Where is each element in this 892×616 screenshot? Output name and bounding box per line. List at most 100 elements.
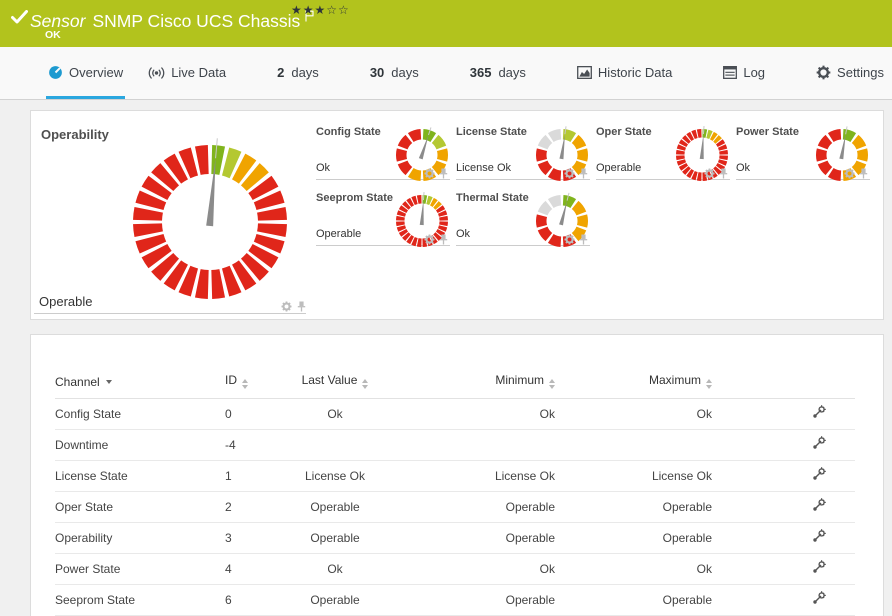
channels-table: Channel ID Last Value Minimum Maximum Config… xyxy=(55,367,855,616)
gear-icon[interactable] xyxy=(281,301,292,312)
tab-label: Settings xyxy=(837,65,884,80)
channel-id-cell: -4 xyxy=(225,430,275,461)
column-label: Channel xyxy=(55,375,100,389)
sort-arrows-icon xyxy=(242,379,248,389)
gauge-label: License State xyxy=(456,126,527,138)
gauge-label: Config State xyxy=(316,126,381,138)
minimum-cell: Ok xyxy=(395,554,555,585)
gear-icon[interactable] xyxy=(564,168,575,179)
divider xyxy=(34,313,306,314)
channel-name-cell: Downtime xyxy=(55,430,225,461)
sensor-status-text: OK xyxy=(45,29,61,41)
sensor-title: SNMP Cisco UCS Chassis xyxy=(92,11,300,31)
last-value-cell: License Ok xyxy=(275,461,395,492)
channel-settings-icon[interactable] xyxy=(812,405,826,419)
gauge-label: Oper State xyxy=(596,126,652,138)
tab-label: Log xyxy=(743,65,765,80)
tab-historic-data[interactable]: Historic Data xyxy=(575,47,674,99)
gear-icon[interactable] xyxy=(424,234,435,245)
column-label: Maximum xyxy=(649,373,701,387)
channel-name-cell: Seeprom State xyxy=(55,585,225,616)
tab-overview[interactable]: Overview xyxy=(46,47,125,99)
tab-2-days[interactable]: 2days xyxy=(275,47,321,99)
minimum-cell xyxy=(395,430,555,461)
channel-settings-icon[interactable] xyxy=(812,560,826,574)
sensor-status-bar: Sensor SNMP Cisco UCS Chassis ★★★☆☆ OK xyxy=(0,0,892,47)
sensor-type-label: Sensor xyxy=(30,11,85,31)
column-label: ID xyxy=(225,373,237,387)
tab-settings[interactable]: Settings xyxy=(814,47,886,99)
tab-log[interactable]: Log xyxy=(721,47,767,99)
channel-name-cell: Power State xyxy=(55,554,225,585)
maximum-cell: Operable xyxy=(555,523,712,554)
minimum-cell: Operable xyxy=(395,523,555,554)
column-header-channel[interactable]: Channel xyxy=(55,367,225,399)
log-icon xyxy=(723,66,737,79)
tab-30-days[interactable]: 30 days xyxy=(368,47,421,99)
tab-365-days[interactable]: 365days xyxy=(468,47,528,99)
channel-name-cell: License State xyxy=(55,461,225,492)
channel-id-cell: 1 xyxy=(225,461,275,492)
column-header-actions xyxy=(712,367,855,399)
gauge-value: Operable xyxy=(316,228,361,240)
gauge-cell-seeprom-state: Seeprom StateOperable xyxy=(316,190,450,246)
maximum-cell: Operable xyxy=(555,492,712,523)
gauge-cell-license-state: License State License Ok xyxy=(456,124,590,180)
pin-icon[interactable] xyxy=(297,301,306,312)
table-row-downtime: Downtime-4 xyxy=(55,430,855,461)
pin-icon[interactable] xyxy=(719,168,728,179)
pin-icon[interactable] xyxy=(439,168,448,179)
channel-settings-icon[interactable] xyxy=(812,467,826,481)
channels-panel: Channel ID Last Value Minimum Maximum Config… xyxy=(30,334,884,616)
minimum-cell: License Ok xyxy=(395,461,555,492)
channel-settings-cell xyxy=(712,585,855,616)
table-row-operability: Operability3OperableOperableOperable xyxy=(55,523,855,554)
column-label: Last Value xyxy=(302,373,358,387)
channel-settings-cell xyxy=(712,492,855,523)
channel-settings-icon[interactable] xyxy=(812,498,826,512)
column-header-id[interactable]: ID xyxy=(225,367,275,399)
gear-icon[interactable] xyxy=(424,168,435,179)
column-header-maximum[interactable]: Maximum xyxy=(555,367,712,399)
pin-icon[interactable] xyxy=(439,234,448,245)
column-label: Minimum xyxy=(495,373,544,387)
tab-live-data[interactable]: Live Data xyxy=(146,47,228,99)
channel-settings-icon[interactable] xyxy=(812,529,826,543)
ok-check-icon xyxy=(11,10,28,29)
tab-label: days xyxy=(291,65,318,80)
gauge-label: Power State xyxy=(736,126,799,138)
channel-id-cell: 0 xyxy=(225,399,275,430)
tab-label: days xyxy=(498,65,525,80)
gauge-value: License Ok xyxy=(456,162,511,174)
column-header-last-value[interactable]: Last Value xyxy=(275,367,395,399)
pin-icon[interactable] xyxy=(579,234,588,245)
pin-icon[interactable] xyxy=(579,168,588,179)
gear-icon[interactable] xyxy=(564,234,575,245)
tab-label: days xyxy=(391,65,418,80)
gear-icon[interactable] xyxy=(704,168,715,179)
sort-arrows-icon xyxy=(706,379,712,389)
table-row-seeprom-state: Seeprom State6OperableOperableOperable xyxy=(55,585,855,616)
channel-settings-icon[interactable] xyxy=(812,436,826,450)
gauge-label: Thermal State xyxy=(456,192,529,204)
prtg-sensor-page: Sensor SNMP Cisco UCS Chassis ★★★☆☆ OK Ov… xyxy=(0,0,892,616)
gear-icon[interactable] xyxy=(844,168,855,179)
priority-stars[interactable]: ★★★☆☆ xyxy=(291,3,350,17)
sensor-title-line: Sensor SNMP Cisco UCS Chassis xyxy=(30,6,314,32)
channel-name-cell: Config State xyxy=(55,399,225,430)
tab-number: 30 xyxy=(370,65,384,80)
table-row-license-state: License State1License OkLicense OkLicens… xyxy=(55,461,855,492)
gauges-panel: Operability Operable Config StateOkLicen… xyxy=(30,110,884,320)
maximum-cell: Ok xyxy=(555,554,712,585)
column-header-minimum[interactable]: Minimum xyxy=(395,367,555,399)
table-row-power-state: Power State4OkOkOk xyxy=(55,554,855,585)
historic-data-icon xyxy=(577,66,592,79)
last-value-cell: Ok xyxy=(275,554,395,585)
gauge-value: Ok xyxy=(316,162,330,174)
channel-id-cell: 3 xyxy=(225,523,275,554)
channel-settings-icon[interactable] xyxy=(812,591,826,605)
tab-label: Live Data xyxy=(171,65,226,80)
maximum-cell xyxy=(555,430,712,461)
minimum-cell: Operable xyxy=(395,585,555,616)
pin-icon[interactable] xyxy=(859,168,868,179)
